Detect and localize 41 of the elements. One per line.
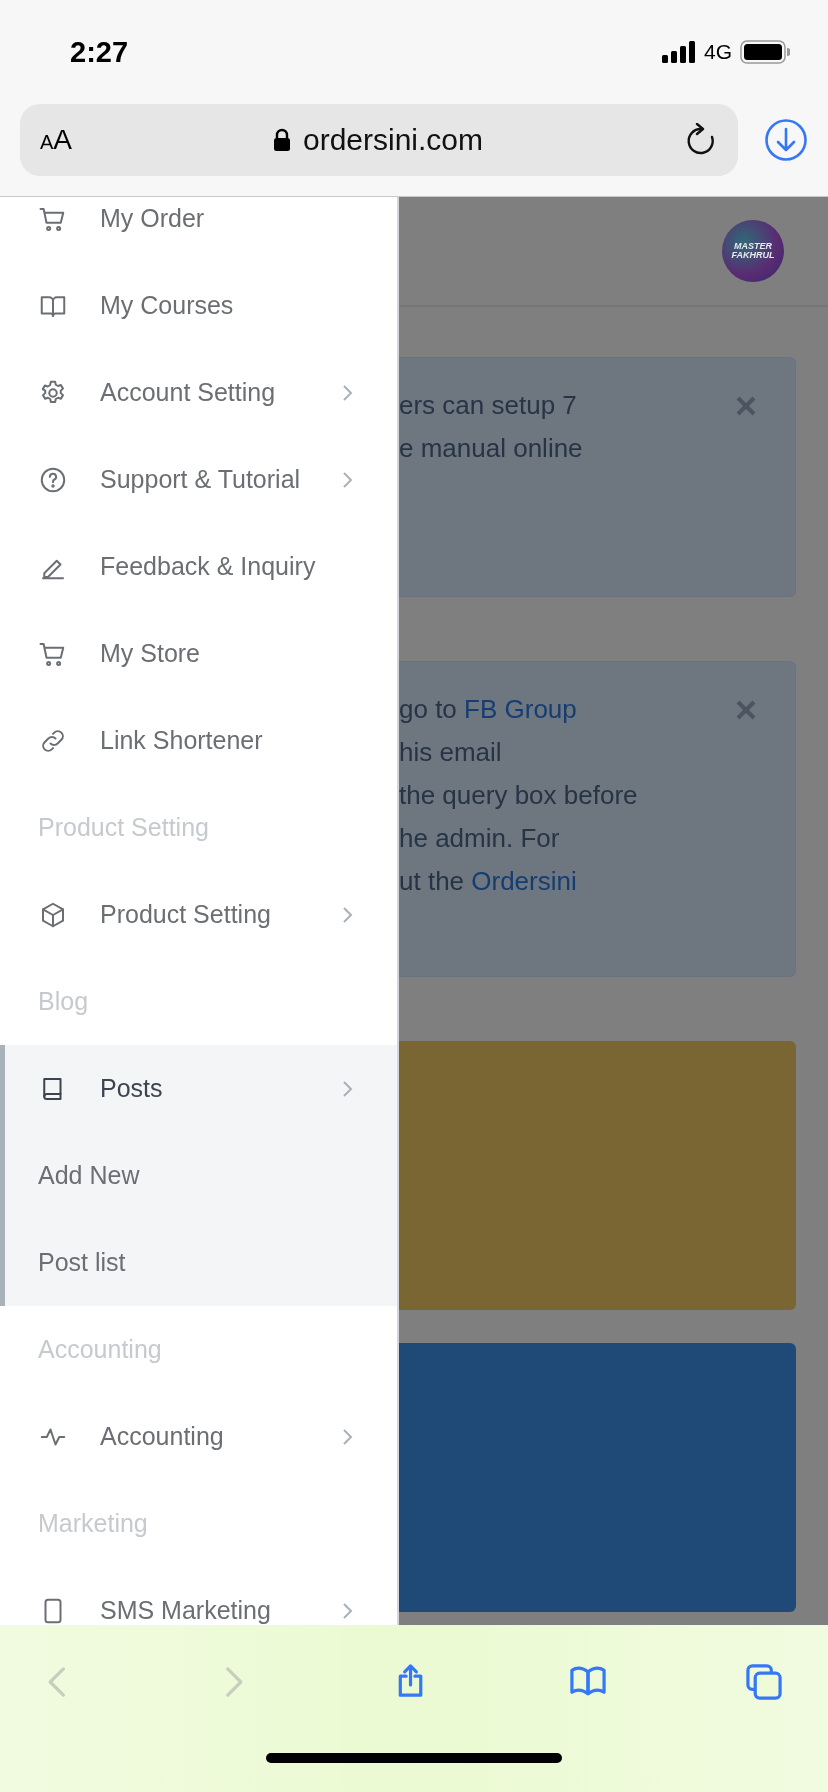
section-heading: Product Setting	[38, 813, 209, 842]
notice-text: ers can setup 7	[399, 390, 577, 420]
network-label: 4G	[704, 40, 732, 64]
section-heading: Accounting	[38, 1335, 162, 1364]
battery-icon	[740, 40, 790, 64]
tabs-icon[interactable]	[745, 1663, 783, 1701]
text-size-button[interactable]: AA	[40, 124, 73, 156]
chevron-icon	[341, 1078, 355, 1099]
chevron-icon	[341, 1600, 355, 1621]
menu-item[interactable]: Feedback & Inquiry	[0, 523, 397, 610]
menu-item[interactable]: Link Shortener	[0, 697, 397, 784]
section-heading: Blog	[38, 987, 89, 1016]
notice-text: go to	[399, 694, 458, 724]
submenu-item[interactable]: Post list	[5, 1219, 397, 1306]
menu-item[interactable]: Support & Tutorial	[0, 436, 397, 523]
notice-text: e manual online	[399, 433, 583, 463]
avatar[interactable]: MASTER FAKHRUL	[722, 220, 784, 282]
notice-text: his email	[399, 737, 502, 767]
menu-item[interactable]: Product Setting	[0, 871, 397, 958]
menu-item[interactable]: SMS Marketing	[0, 1567, 397, 1625]
notice-text: the query box before	[399, 780, 638, 810]
lock-icon	[273, 128, 291, 152]
address-bar[interactable]: AA ordersini.com	[20, 104, 738, 176]
chevron-icon	[341, 1426, 355, 1447]
chevron-icon	[341, 904, 355, 925]
section-heading: Marketing	[38, 1509, 148, 1538]
menu-item[interactable]: Posts	[5, 1045, 397, 1132]
menu-item[interactable]: Accounting	[0, 1393, 397, 1480]
menu-item[interactable]: My Order	[0, 197, 397, 262]
chevron-icon	[341, 382, 355, 403]
notice-text: he admin. For	[399, 823, 560, 853]
clock-time: 2:27	[70, 35, 129, 69]
menu-item[interactable]: My Courses	[0, 262, 397, 349]
submenu-item[interactable]: Add New	[5, 1132, 397, 1219]
menu-item[interactable]: Account Setting	[0, 349, 397, 436]
chevron-icon	[341, 469, 355, 490]
menu-item[interactable]: My Store	[0, 610, 397, 697]
notice-text: ut the	[399, 866, 466, 896]
signal-icon	[662, 41, 696, 63]
url-text: ordersini.com	[303, 123, 484, 157]
download-icon[interactable]	[764, 118, 808, 162]
